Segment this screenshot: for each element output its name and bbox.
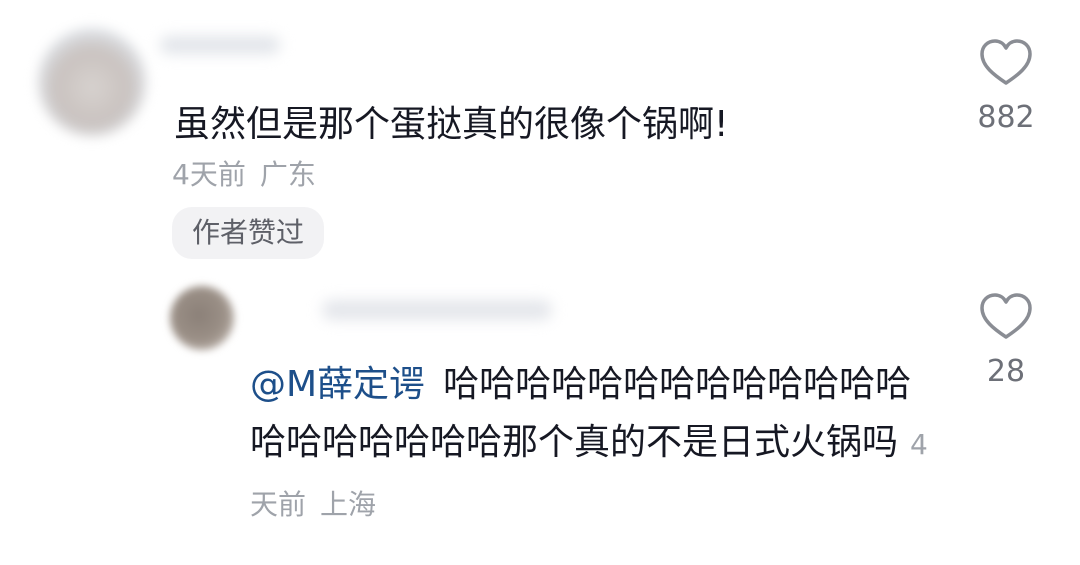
- reply-username-blurred[interactable]: [322, 300, 552, 320]
- reply-like-button[interactable]: 28: [966, 290, 1046, 565]
- comment-like-button[interactable]: 882: [966, 36, 1046, 138]
- avatar[interactable]: [38, 28, 146, 136]
- comment-meta: 4天前 广东: [172, 153, 316, 197]
- reply-text-block: @M薛定谔 哈哈哈哈哈哈哈哈哈哈哈哈哈哈哈哈哈哈哈哈那个真的不是日式火锅吗 4天前上…: [250, 356, 940, 534]
- mention-link[interactable]: @M薛定谔: [250, 364, 425, 405]
- comment-item: 虽然但是那个蛋挞真的很像个锅啊! 4天前 广东 作者赞过 882: [0, 0, 1080, 270]
- username-blurred[interactable]: [160, 36, 280, 54]
- comment-time: 4天前: [172, 158, 246, 191]
- comment-text: 虽然但是那个蛋挞真的很像个锅啊!: [174, 104, 729, 145]
- comment-location: 广东: [259, 158, 316, 191]
- like-count: 882: [977, 100, 1035, 135]
- reply-like-count: 28: [986, 354, 1026, 389]
- author-liked-badge: 作者赞过: [172, 207, 325, 259]
- reply-avatar[interactable]: [170, 286, 234, 350]
- reply-location: 上海: [320, 488, 377, 521]
- heart-icon[interactable]: [977, 36, 1035, 88]
- heart-icon[interactable]: [977, 290, 1035, 342]
